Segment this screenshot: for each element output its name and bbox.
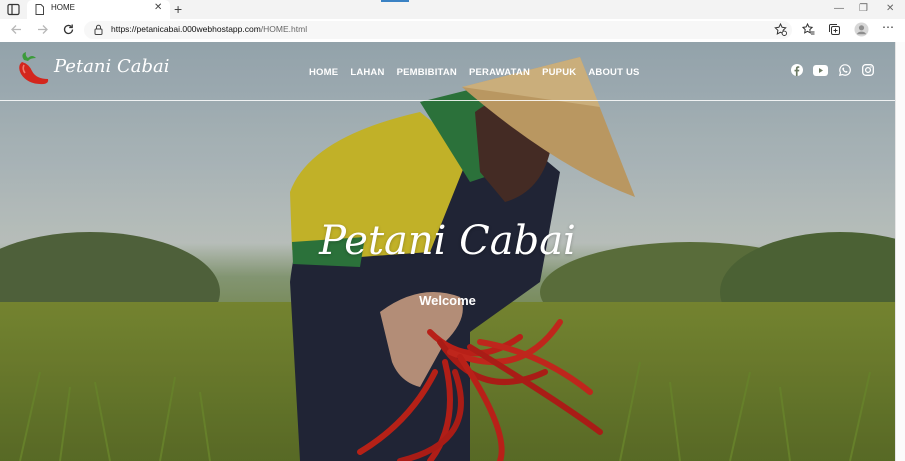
youtube-icon[interactable]: [813, 65, 828, 76]
active-indicator: [381, 0, 409, 2]
close-tab-icon[interactable]: ✕: [154, 2, 162, 13]
minimize-icon[interactable]: —: [834, 3, 844, 14]
whatsapp-icon[interactable]: [839, 64, 851, 76]
tab-title: HOME: [51, 3, 75, 12]
tab-actions-icon[interactable]: [6, 3, 22, 16]
nav-home[interactable]: HOME: [309, 67, 338, 78]
facebook-icon[interactable]: [791, 64, 803, 76]
add-favorite-icon[interactable]: [774, 23, 787, 36]
forward-icon[interactable]: [36, 23, 49, 36]
page-icon: [35, 4, 44, 15]
more-options-icon[interactable]: ⋯: [882, 20, 894, 34]
chili-logo-icon: [19, 52, 49, 85]
main-nav: HOME LAHAN PEMBIBITAN PERAWATAN PUPUK AB…: [309, 67, 640, 78]
tab-strip: HOME ✕ + — ❐ ✕: [0, 0, 905, 19]
website: Petani Cabai HOME LAHAN PEMBIBITAN PERAW…: [0, 42, 895, 461]
nav-lahan[interactable]: LAHAN: [350, 67, 384, 78]
favorites-icon[interactable]: [802, 23, 815, 36]
nav-about-us[interactable]: ABOUT US: [588, 67, 639, 78]
collections-icon[interactable]: [828, 23, 841, 36]
page-scrollbar[interactable]: [895, 42, 905, 461]
nav-pupuk[interactable]: PUPUK: [542, 67, 576, 78]
url-field[interactable]: https://petanicabai.000webhostapp.com/HO…: [84, 21, 792, 39]
browser-tab[interactable]: HOME ✕: [27, 0, 170, 19]
new-tab-button[interactable]: +: [174, 1, 182, 17]
url-text: https://petanicabai.000webhostapp.com/HO…: [111, 24, 308, 34]
nav-pembibitan[interactable]: PEMBIBITAN: [397, 67, 457, 78]
hero-subtitle: Welcome: [419, 293, 476, 308]
refresh-icon[interactable]: [62, 23, 75, 36]
back-icon[interactable]: [10, 23, 23, 36]
lock-icon[interactable]: [94, 24, 103, 35]
hero-title: Petani Cabai: [319, 218, 576, 264]
profile-avatar-icon[interactable]: [854, 22, 869, 37]
close-window-icon[interactable]: ✕: [886, 3, 894, 14]
nav-perawatan[interactable]: PERAWATAN: [469, 67, 530, 78]
restore-icon[interactable]: ❐: [859, 3, 868, 14]
instagram-icon[interactable]: [862, 64, 874, 76]
address-bar: https://petanicabai.000webhostapp.com/HO…: [0, 19, 905, 43]
site-brand[interactable]: Petani Cabai: [54, 56, 170, 77]
header-divider: [0, 100, 895, 101]
